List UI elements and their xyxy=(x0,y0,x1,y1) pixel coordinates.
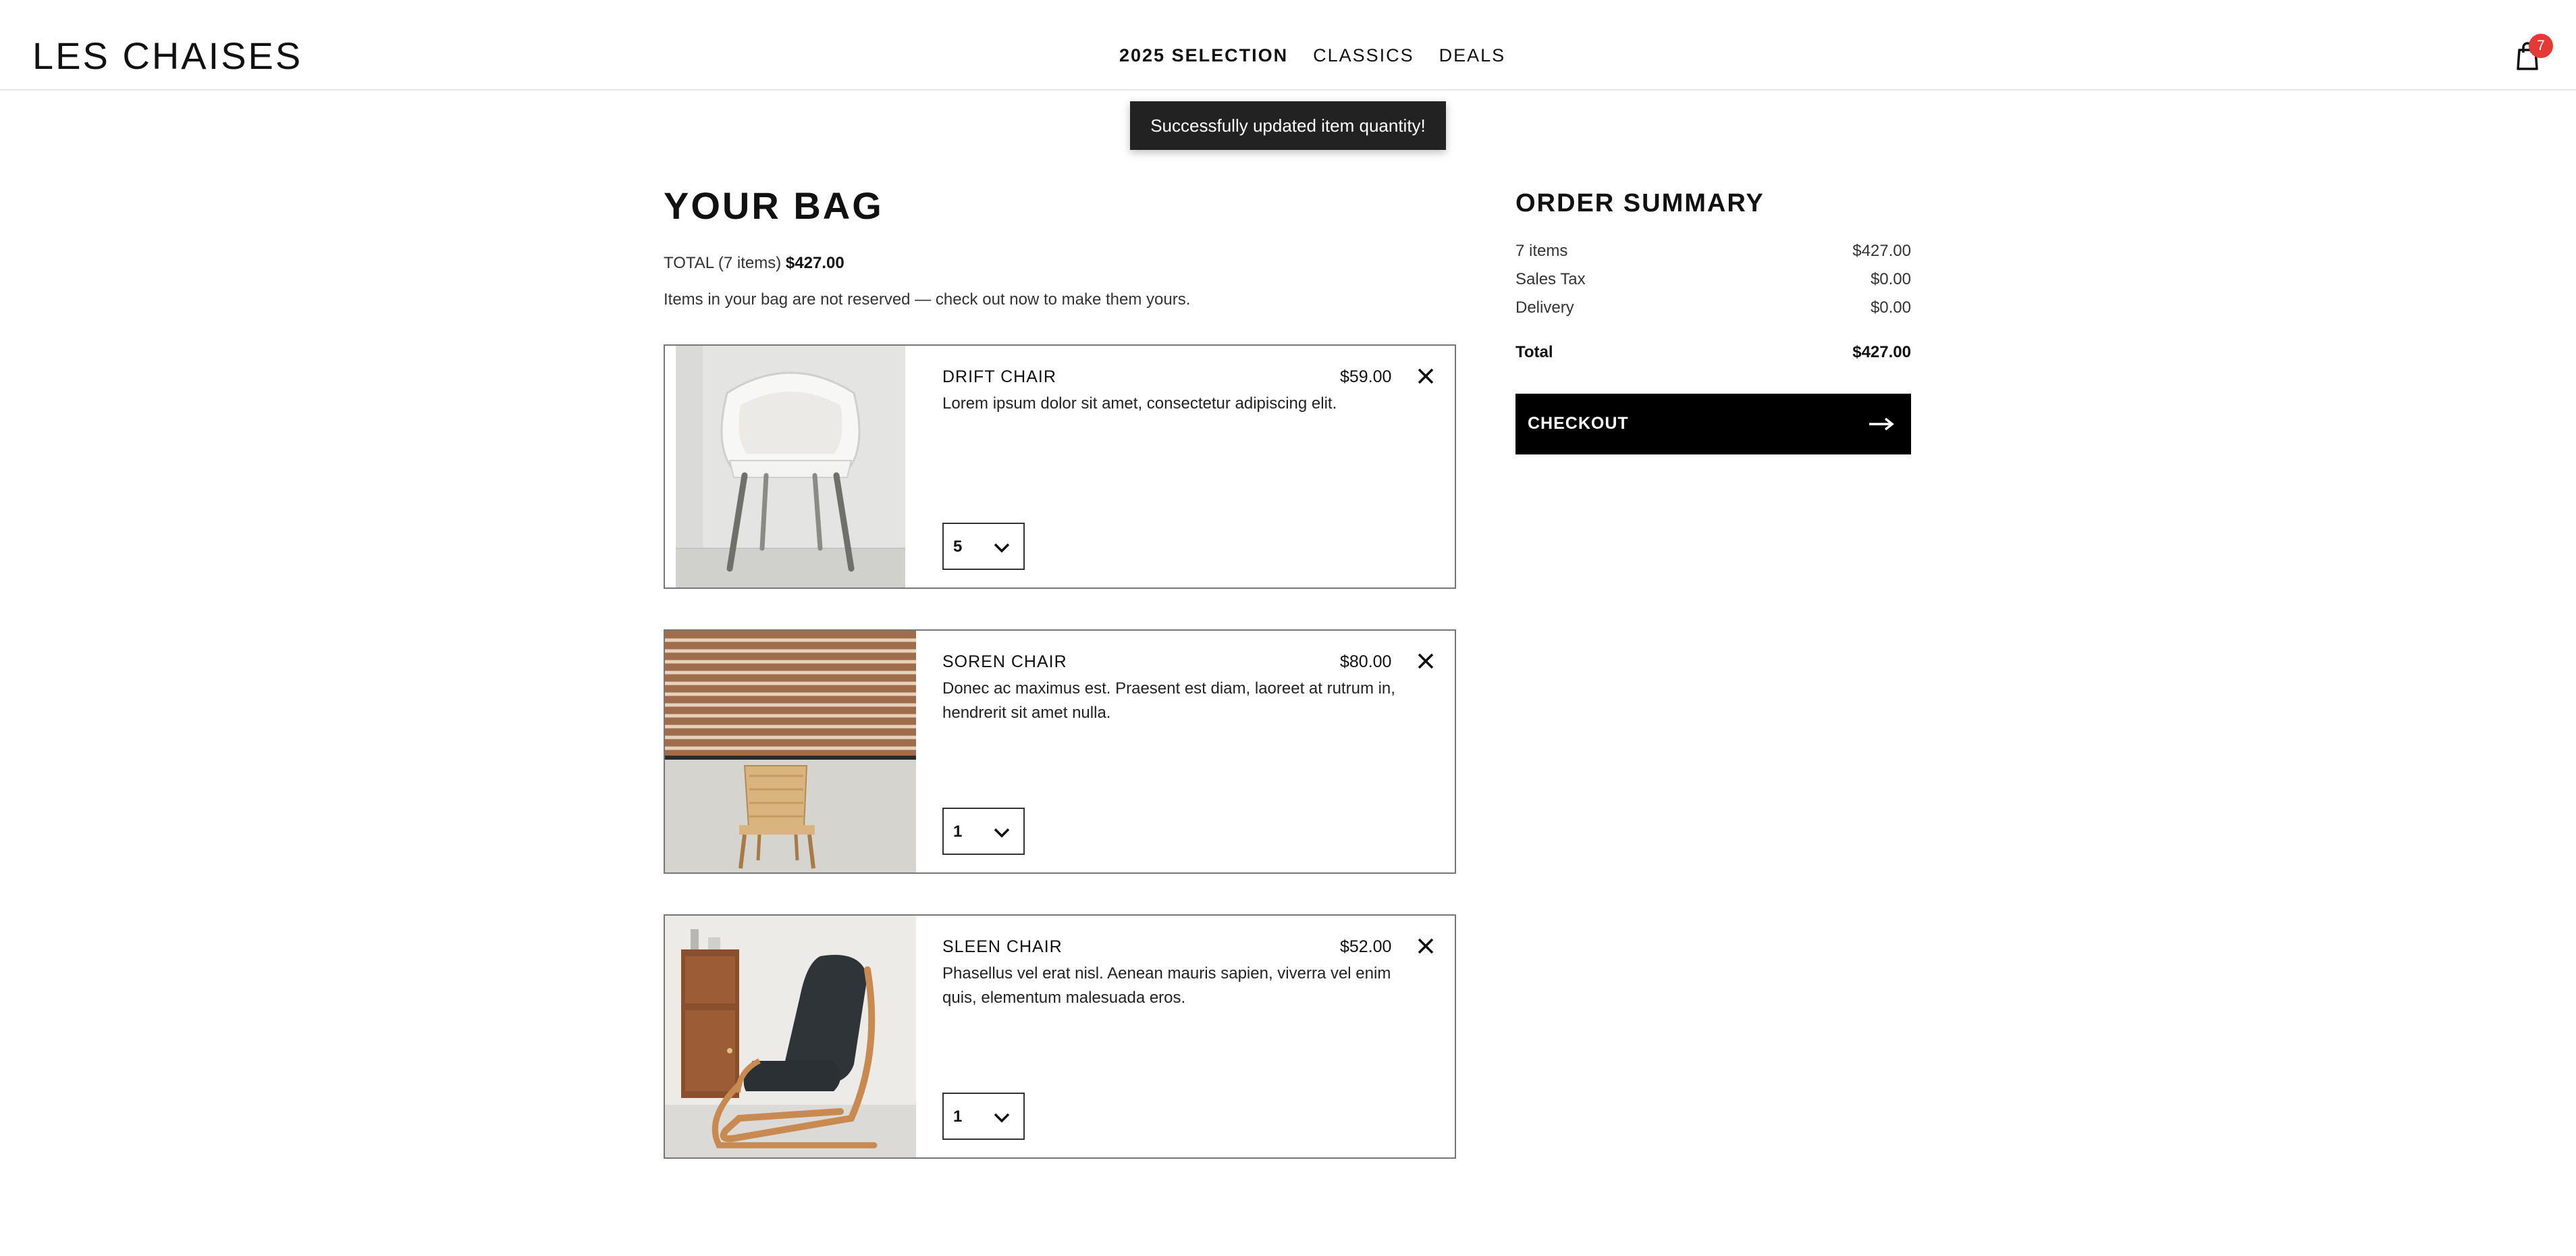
nav-deals[interactable]: DEALS xyxy=(1439,42,1506,69)
cart-item: SLEEN CHAIR $52.00 Phasellus vel erat ni… xyxy=(664,914,1456,1159)
bag-total: TOTAL (7 items) $427.00 xyxy=(664,254,844,273)
product-description: Donec ac maximus est. Praesent est diam,… xyxy=(942,679,1395,722)
product-price: $59.00 xyxy=(1340,367,1392,386)
chevron-down-icon xyxy=(994,543,1010,553)
summary-row-delivery: Delivery $0.00 xyxy=(1515,298,1911,319)
close-icon xyxy=(1418,653,1434,669)
arrow-right-icon xyxy=(1869,417,1894,431)
top-navigation-bar: LES CHAISES 2025 SELECTION CLASSICS DEAL… xyxy=(0,0,2576,90)
product-image[interactable] xyxy=(665,631,916,872)
checkout-button[interactable]: CHECKOUT xyxy=(1515,394,1911,454)
product-description: Lorem ipsum dolor sit amet, consectetur … xyxy=(942,394,1337,413)
quantity-select[interactable]: 1 xyxy=(942,808,1025,855)
quantity-select[interactable]: 5 xyxy=(942,523,1025,570)
checkout-label: CHECKOUT xyxy=(1528,414,1629,433)
summary-amount: $0.00 xyxy=(1870,298,1911,317)
summary-total-amount: $427.00 xyxy=(1852,343,1911,361)
bag-total-amount: $427.00 xyxy=(785,254,844,272)
remove-item-button[interactable] xyxy=(1414,935,1437,958)
product-image[interactable] xyxy=(665,916,916,1157)
nav-classics[interactable]: CLASSICS xyxy=(1313,42,1414,69)
remove-item-button[interactable] xyxy=(1414,365,1437,388)
summary-label: Delivery xyxy=(1515,298,1574,317)
summary-label: 7 items xyxy=(1515,242,1568,260)
main-nav: 2025 SELECTION CLASSICS DEALS xyxy=(1119,42,1530,69)
chevron-down-icon xyxy=(994,1113,1010,1123)
close-icon xyxy=(1418,938,1434,954)
reservation-note: Items in your bag are not reserved — che… xyxy=(664,290,1191,309)
summary-label: Sales Tax xyxy=(1515,270,1586,288)
brand-logo[interactable]: LES CHAISES xyxy=(32,32,302,80)
sleen-chair-photo xyxy=(665,916,916,1157)
quantity-select[interactable]: 1 xyxy=(942,1093,1025,1140)
remove-item-button[interactable] xyxy=(1414,650,1437,673)
cart-item: DRIFT CHAIR $59.00 Lorem ipsum dolor sit… xyxy=(664,344,1456,589)
product-price: $80.00 xyxy=(1340,652,1392,671)
quantity-value: 1 xyxy=(953,822,963,841)
cart-item: SOREN CHAIR $80.00 Donec ac maximus est.… xyxy=(664,629,1456,874)
summary-amount: $427.00 xyxy=(1852,242,1911,260)
bag-total-prefix: TOTAL (7 items) xyxy=(664,254,782,272)
product-name[interactable]: DRIFT CHAIR xyxy=(942,367,1056,387)
close-icon xyxy=(1418,368,1434,384)
quantity-value: 5 xyxy=(953,538,963,556)
page-title: YOUR BAG xyxy=(664,184,884,227)
summary-row-sales-tax: Sales Tax $0.00 xyxy=(1515,270,1911,290)
nav-2025-selection[interactable]: 2025 SELECTION xyxy=(1119,42,1288,69)
summary-row-items: 7 items $427.00 xyxy=(1515,242,1911,262)
product-name[interactable]: SOREN CHAIR xyxy=(942,652,1067,672)
product-name[interactable]: SLEEN CHAIR xyxy=(942,937,1063,957)
cart-count-badge: 7 xyxy=(2529,34,2553,58)
product-image[interactable] xyxy=(665,346,916,587)
soren-chair-photo xyxy=(665,631,916,872)
drift-chair-photo xyxy=(665,346,916,587)
chevron-down-icon xyxy=(994,828,1010,838)
summary-row-total: Total $427.00 xyxy=(1515,343,1911,363)
summary-total-label: Total xyxy=(1515,343,1553,361)
summary-amount: $0.00 xyxy=(1870,270,1911,288)
product-price: $52.00 xyxy=(1340,937,1392,956)
quantity-value: 1 xyxy=(953,1107,963,1126)
success-toast: Successfully updated item quantity! xyxy=(1130,101,1446,150)
order-summary-title: ORDER SUMMARY xyxy=(1515,189,1765,217)
product-description: Phasellus vel erat nisl. Aenean mauris s… xyxy=(942,964,1391,1007)
